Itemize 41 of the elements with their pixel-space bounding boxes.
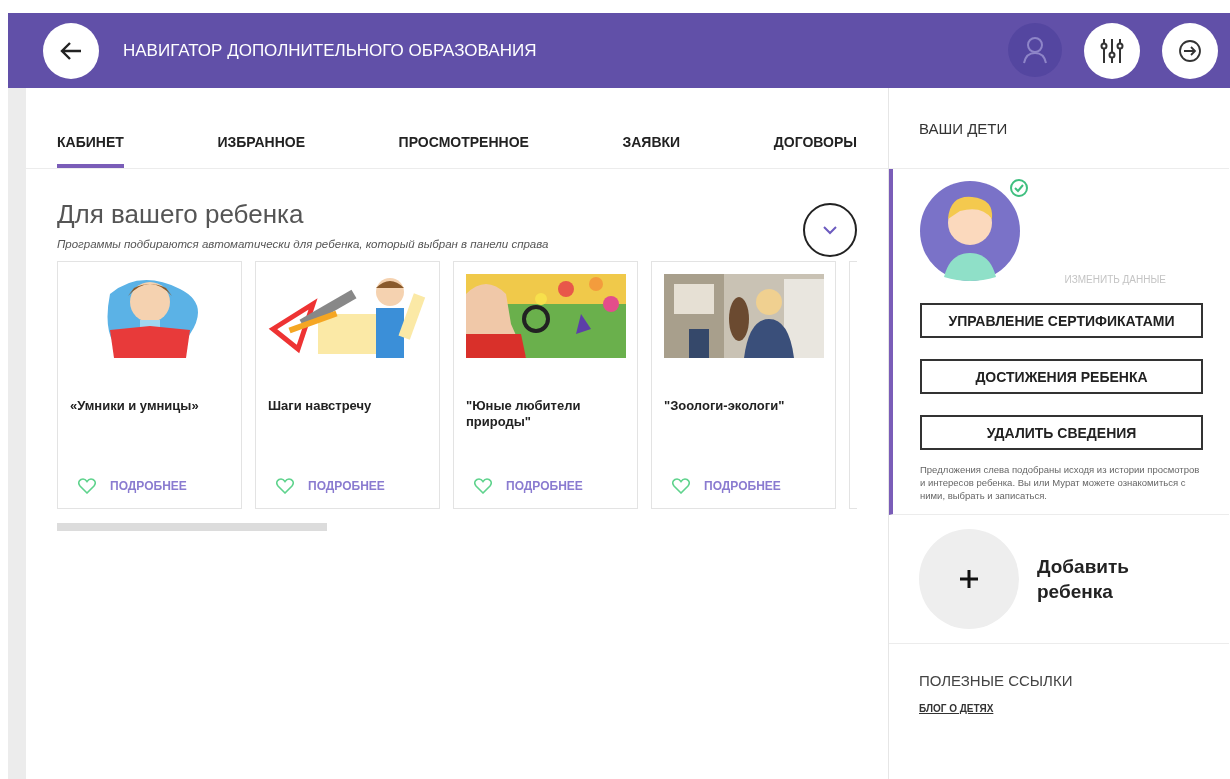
links-title: ПОЛЕЗНЫЕ ССЫЛКИ	[919, 672, 1074, 690]
add-child-label: Добавить ребенка	[1037, 554, 1131, 605]
heart-icon[interactable]	[78, 478, 96, 494]
program-card[interactable]: "Юные любители природы" ПОДРОБНЕЕ	[453, 261, 638, 509]
action-button[interactable]: УПРАВЛЕНИЕ СЕРТИФИКАТАМИ	[920, 303, 1203, 338]
heart-icon[interactable]	[672, 478, 690, 494]
tab[interactable]: ЗАЯВКИ	[622, 88, 681, 168]
scrollbar[interactable]	[57, 523, 327, 531]
panel-title: ВАШИ ДЕТИ	[889, 88, 1229, 169]
tab[interactable]: ПРОСМОТРЕННОЕ	[398, 88, 529, 168]
program-title: «Умники и умницы»	[70, 398, 200, 415]
section-title: Для вашего ребенка	[57, 199, 305, 230]
details-link[interactable]: ПОДРОБНЕЕ	[704, 479, 781, 493]
tab[interactable]: ДОГОВОРЫ	[773, 88, 857, 168]
heart-icon[interactable]	[276, 478, 294, 494]
back-arrow-icon	[59, 40, 83, 61]
program-card[interactable]: Шаги навстречу ПОДРОБНЕЕ	[255, 261, 440, 509]
sliders-icon	[1100, 37, 1124, 64]
user-icon	[1022, 35, 1048, 64]
details-link[interactable]: ПОДРОБНЕЕ	[506, 479, 583, 493]
blog-link[interactable]: БЛОГ О ДЕТЯХ	[919, 703, 994, 715]
program-title: "Юные любители природы"	[466, 398, 582, 432]
heart-icon[interactable]	[474, 478, 492, 494]
details-link[interactable]: ПОДРОБНЕЕ	[110, 479, 187, 493]
action-button[interactable]: УДАЛИТЬ СВЕДЕНИЯ	[920, 415, 1203, 450]
program-card[interactable]: "Зоологи-экологи" ПОДРОБНЕЕ	[651, 261, 836, 509]
tab[interactable]: ИЗБРАННОЕ	[217, 88, 305, 168]
info-text: Предложения слева подобраны исходя из истории просмотров и интересов ребенка. Вы или Мурат можете ознакомиться с ними, выбрать и записаться.	[920, 464, 1201, 503]
program-card[interactable]: «Умники и умницы» ПОДРОБНЕЕ	[57, 261, 242, 509]
section-subtitle: Программы подбираются автоматически для ребенка, который выбран в панели справа	[57, 238, 549, 250]
plus-icon	[959, 569, 979, 590]
expand-button[interactable]	[803, 203, 857, 257]
action-button[interactable]: ДОСТИЖЕНИЯ РЕБЕНКА	[920, 359, 1203, 394]
program-title: Шаги навстречу	[268, 398, 373, 415]
avatar-icon	[920, 181, 1020, 281]
program-title: "Зоологи-экологи"	[664, 398, 786, 415]
arrow-circle-icon	[1178, 38, 1202, 63]
details-link[interactable]: ПОДРОБНЕЕ	[308, 479, 385, 493]
app-title: НАВИГАТОР ДОПОЛНИТЕЛЬНОГО ОБРАЗОВАНИЯ	[123, 40, 538, 61]
chevron-down-icon	[822, 225, 838, 235]
tab[interactable]: КАБИНЕТ	[57, 88, 124, 168]
